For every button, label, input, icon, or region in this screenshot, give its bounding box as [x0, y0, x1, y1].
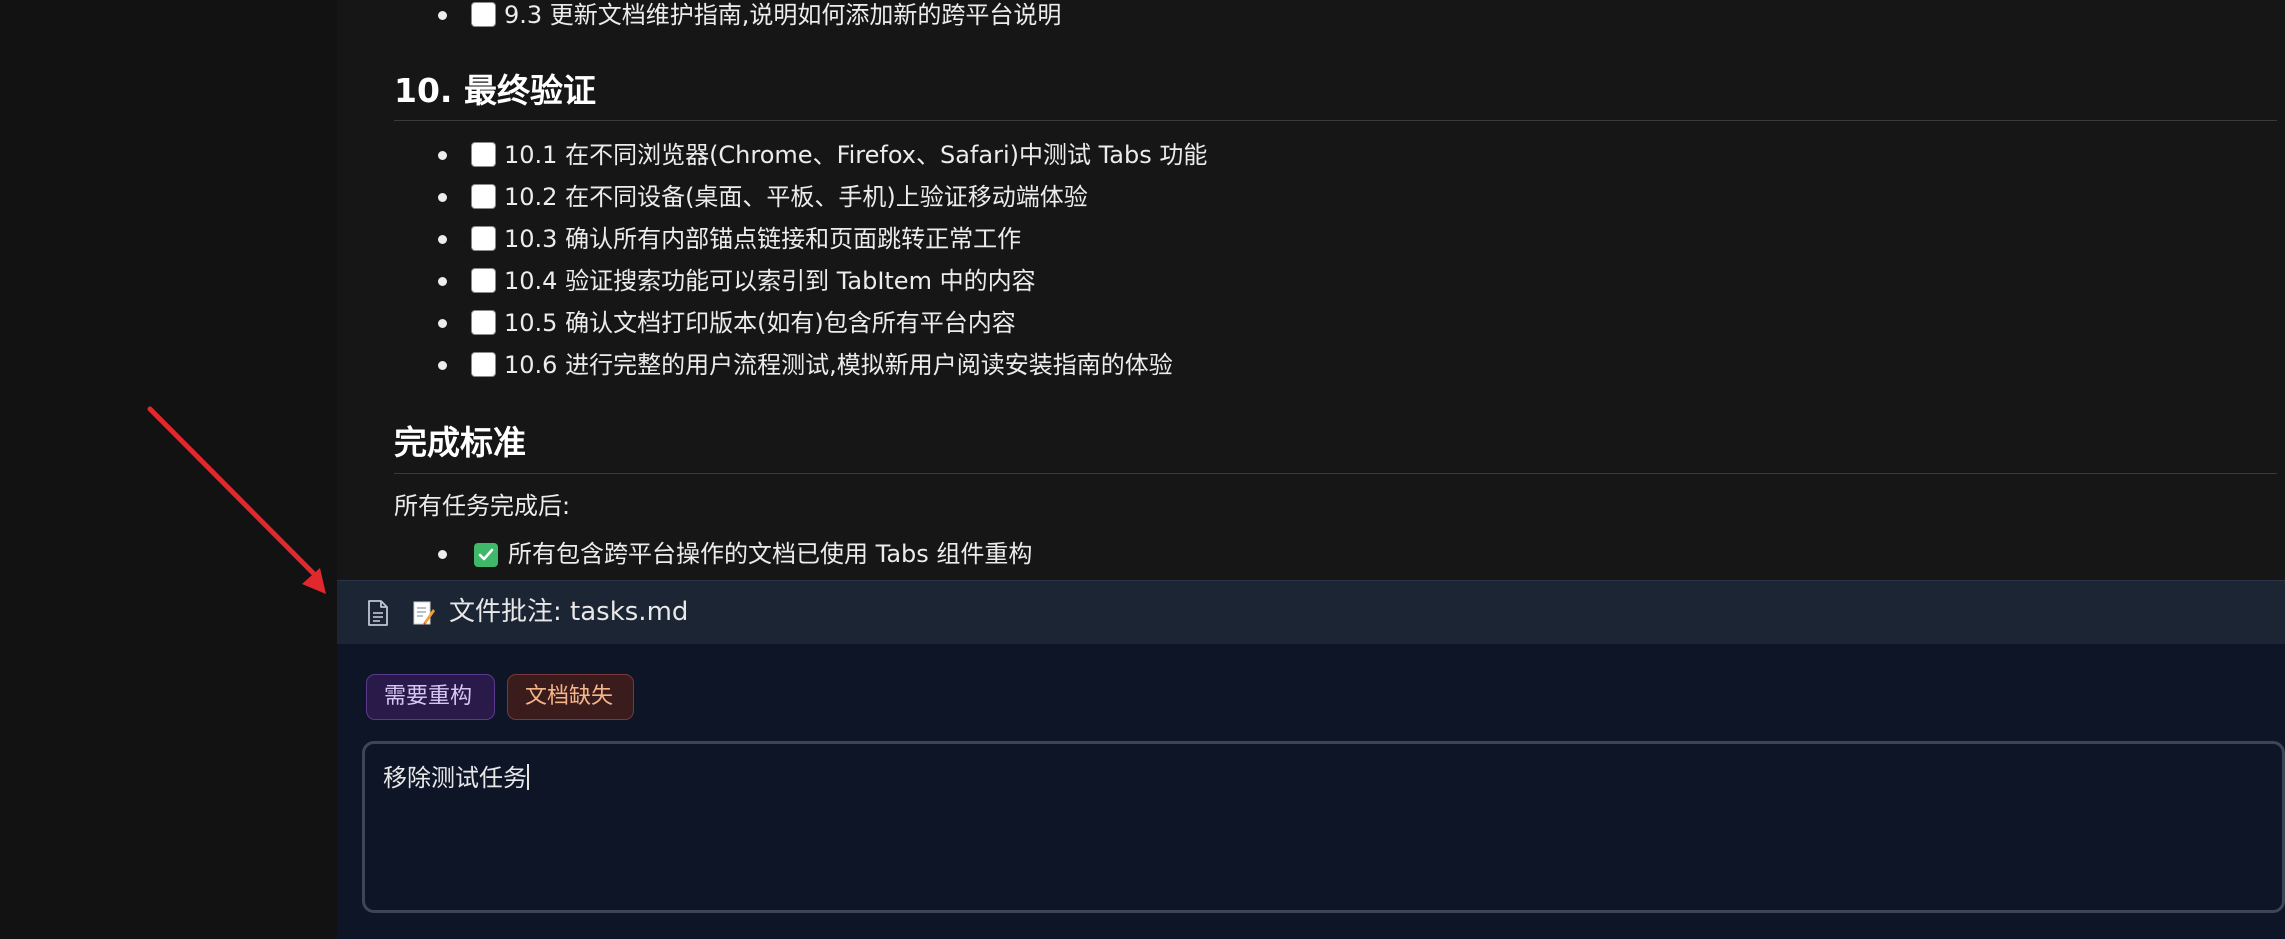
task-label: 9.3 更新文档维护指南,说明如何添加新的跨平台说明: [504, 1, 1062, 29]
annotation-panel: 需要重构 文档缺失 移除测试任务: [337, 644, 2285, 939]
comment-input[interactable]: 移除测试任务: [362, 741, 2285, 913]
task-label: 10.6 进行完整的用户流程测试,模拟新用户阅读安装指南的体验: [504, 351, 1173, 379]
document-icon: [368, 600, 388, 626]
completion-list: 所有包含跨平台操作的文档已使用 Tabs 组件重构: [394, 533, 2277, 575]
task-checkbox-10-6[interactable]: [471, 352, 496, 377]
list-item: 10.4 验证搜索功能可以索引到 TabItem 中的内容: [394, 260, 2277, 302]
list-item: 10.1 在不同浏览器(Chrome、Firefox、Safari)中测试 Ta…: [394, 134, 2277, 176]
bullet: [438, 151, 447, 160]
task-checkbox-10-3[interactable]: [471, 226, 496, 251]
list-item: 9.3 更新文档维护指南,说明如何添加新的跨平台说明: [394, 0, 2277, 36]
section-10-heading: 10. 最终验证: [394, 66, 2277, 121]
tag-needs-refactor[interactable]: 需要重构: [366, 674, 495, 720]
list-item: 10.2 在不同设备(桌面、平板、手机)上验证移动端体验: [394, 176, 2277, 218]
markdown-preview: 9.3 更新文档维护指南,说明如何添加新的跨平台说明 10. 最终验证 10.1…: [337, 0, 2285, 580]
task-checkbox-10-2[interactable]: [471, 184, 496, 209]
annotation-title: 文件批注: tasks.md: [449, 597, 689, 627]
task-label: 10.2 在不同设备(桌面、平板、手机)上验证移动端体验: [504, 183, 1088, 211]
tag-missing-docs[interactable]: 文档缺失: [507, 674, 634, 720]
task-checkbox-10-5[interactable]: [471, 310, 496, 335]
task-label: 10.3 确认所有内部锚点链接和页面跳转正常工作: [504, 225, 1022, 253]
task-label: 10.5 确认文档打印版本(如有)包含所有平台内容: [504, 309, 1016, 337]
bullet: [438, 550, 447, 559]
task-label: 10.4 验证搜索功能可以索引到 TabItem 中的内容: [504, 267, 1036, 295]
task-list-section-9: 9.3 更新文档维护指南,说明如何添加新的跨平台说明: [394, 0, 2277, 36]
left-gutter: [0, 0, 337, 939]
task-label: 10.1 在不同浏览器(Chrome、Firefox、Safari)中测试 Ta…: [504, 141, 1208, 169]
task-list-section-10: 10.1 在不同浏览器(Chrome、Firefox、Safari)中测试 Ta…: [394, 134, 2277, 386]
annotation-header: 文件批注: tasks.md: [337, 580, 2285, 645]
bullet: [438, 11, 447, 20]
task-checkbox-9-3[interactable]: [471, 2, 496, 27]
task-label: 所有包含跨平台操作的文档已使用 Tabs 组件重构: [508, 540, 1033, 568]
comment-text: 移除测试任务: [383, 764, 527, 792]
memo-icon: [413, 601, 435, 625]
bullet: [438, 361, 447, 370]
text-caret: [527, 764, 529, 790]
list-item: 10.3 确认所有内部锚点链接和页面跳转正常工作: [394, 218, 2277, 260]
completion-intro: 所有任务完成后:: [394, 492, 571, 520]
checkmark-icon: [478, 548, 494, 561]
task-checkbox-10-4[interactable]: [471, 268, 496, 293]
completion-heading: 完成标准: [394, 418, 2277, 474]
list-item: 所有包含跨平台操作的文档已使用 Tabs 组件重构: [394, 533, 2277, 575]
bullet: [438, 319, 447, 328]
bullet: [438, 277, 447, 286]
task-checkbox-10-1[interactable]: [471, 142, 496, 167]
bullet: [438, 235, 447, 244]
list-item: 10.6 进行完整的用户流程测试,模拟新用户阅读安装指南的体验: [394, 344, 2277, 386]
bullet: [438, 193, 447, 202]
task-checkbox-completion-1[interactable]: [474, 543, 498, 567]
list-item: 10.5 确认文档打印版本(如有)包含所有平台内容: [394, 302, 2277, 344]
